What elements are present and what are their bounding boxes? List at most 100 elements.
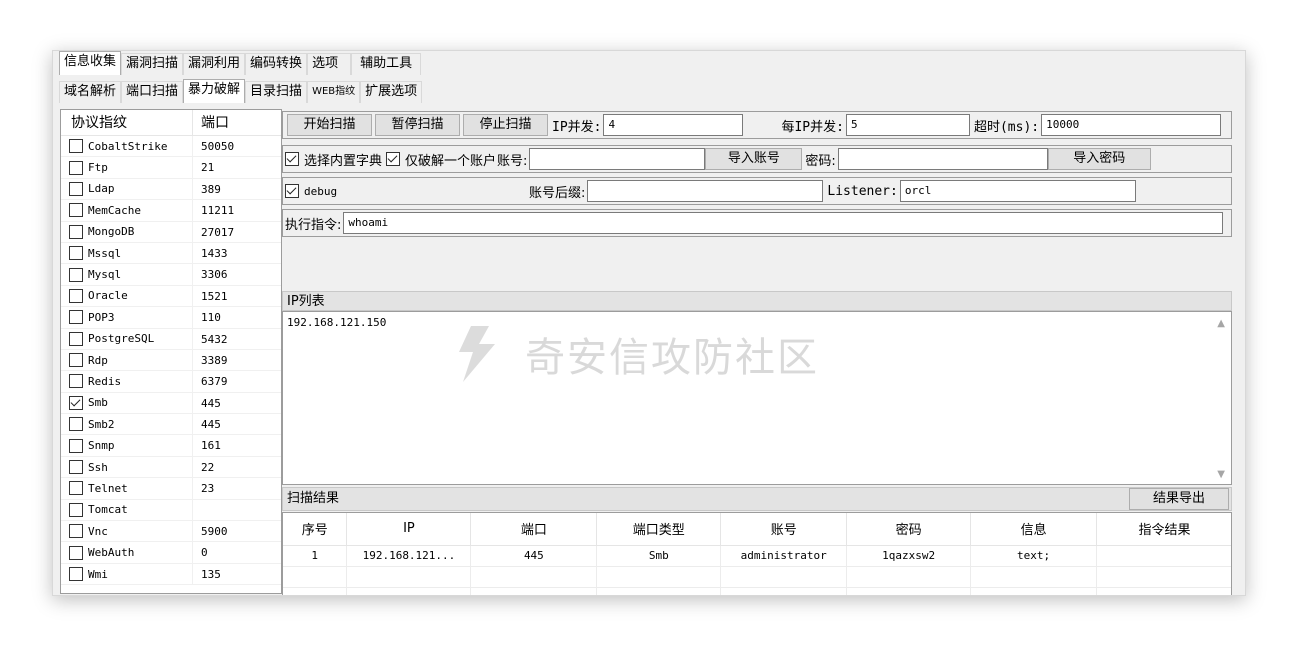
protocol-row[interactable]: Telnet 23 [61, 478, 281, 500]
protocol-name: Wmi [88, 567, 108, 581]
port-column-header[interactable]: 端口 [193, 110, 229, 135]
debug-checkbox[interactable]: debug [285, 184, 529, 198]
results-column-header[interactable]: IP [346, 513, 472, 546]
tab-vuln-scan[interactable]: 漏洞扫描 [121, 53, 184, 75]
table-cell: 445 [470, 545, 598, 567]
stop-scan-button[interactable]: 停止扫描 [463, 114, 548, 136]
tab-web-fingerprint[interactable]: WEB指纹 [307, 81, 361, 103]
protocol-row[interactable]: CobaltStrike 50050 [61, 136, 281, 158]
protocol-checkbox[interactable] [69, 267, 83, 282]
protocol-row[interactable]: MemCache 11211 [61, 200, 281, 222]
scroll-down-icon[interactable]: ▼ [1217, 469, 1225, 480]
protocol-checkbox[interactable] [69, 331, 83, 346]
protocol-checkbox[interactable] [69, 181, 83, 196]
protocol-row[interactable]: Ftp 21 [61, 157, 281, 179]
results-column-header[interactable]: 指令结果 [1096, 513, 1231, 546]
protocol-row[interactable]: Smb 445 [61, 392, 281, 415]
import-account-button[interactable]: 导入账号 [705, 148, 803, 170]
tab-encoding[interactable]: 编码转换 [245, 53, 308, 75]
tab-aux-tools[interactable]: 辅助工具 [351, 53, 422, 75]
protocol-row[interactable]: Snmp 161 [61, 435, 281, 457]
protocol-row[interactable]: Vnc 5900 [61, 521, 281, 543]
one-account-label: 仅破解一个账户 [405, 153, 497, 169]
builtin-dict-check-icon [285, 152, 299, 166]
protocol-row[interactable]: Redis 6379 [61, 371, 281, 393]
protocol-row[interactable]: Rdp 3389 [61, 349, 281, 372]
per-ip-concurrency-input[interactable]: 5 [845, 114, 970, 136]
protocol-checkbox[interactable] [69, 246, 83, 261]
account-input[interactable] [529, 148, 706, 170]
ip-list-textarea[interactable]: 192.168.121.150 奇安信攻防社区 ▲ ▼ [282, 311, 1232, 485]
protocol-checkbox[interactable] [69, 502, 83, 517]
results-column-header[interactable]: 序号 [283, 513, 348, 546]
protocol-checkbox[interactable] [69, 417, 83, 432]
results-column-header[interactable]: 端口 [470, 513, 598, 546]
protocol-row[interactable]: WebAuth 0 [61, 542, 281, 564]
table-row[interactable]: 1 192.168.121... 445 Smb administrator 1qazxs… [283, 545, 1231, 567]
import-password-button[interactable]: 导入密码 [1047, 148, 1151, 170]
password-input[interactable] [837, 148, 1048, 170]
protocol-checkbox[interactable] [69, 288, 83, 303]
protocol-checkbox[interactable] [69, 139, 83, 154]
protocol-checkbox[interactable] [69, 395, 83, 410]
account-suffix-input[interactable] [587, 180, 824, 202]
protocol-row[interactable]: Ssh 22 [61, 456, 281, 479]
tab-info-gathering[interactable]: 信息收集 [59, 51, 122, 75]
exec-command-input[interactable]: whoami [343, 212, 1224, 234]
tab-ext-options[interactable]: 扩展选项 [360, 81, 423, 103]
table-row[interactable] [283, 587, 1231, 595]
export-results-button[interactable]: 结果导出 [1129, 488, 1229, 510]
protocol-checkbox[interactable] [69, 460, 83, 475]
protocol-checkbox[interactable] [69, 481, 83, 496]
protocol-row[interactable]: Mysql 3306 [61, 264, 281, 286]
protocol-name: Ldap [88, 182, 115, 196]
results-column-header[interactable]: 端口类型 [596, 513, 722, 546]
tab-vuln-exploit[interactable]: 漏洞利用 [183, 53, 246, 75]
protocol-row[interactable]: Ldap 389 [61, 178, 281, 201]
table-row[interactable] [283, 566, 1231, 588]
protocol-checkbox[interactable] [69, 353, 83, 368]
protocol-checkbox[interactable] [69, 374, 83, 389]
table-cell [283, 587, 348, 595]
tab-dir-scan[interactable]: 目录扫描 [245, 81, 308, 103]
protocol-checkbox[interactable] [69, 524, 83, 539]
results-header: 扫描结果 结果导出 [282, 487, 1232, 511]
tab-domain-resolve[interactable]: 域名解析 [59, 81, 122, 103]
protocol-port: 161 [201, 439, 221, 453]
table-cell [846, 587, 972, 595]
protocol-checkbox[interactable] [69, 160, 83, 175]
protocol-column-header[interactable]: 协议指纹 [61, 110, 193, 135]
results-column-header[interactable]: 账号 [720, 513, 848, 546]
results-column-header[interactable]: 信息 [970, 513, 1098, 546]
protocol-row[interactable]: Oracle 1521 [61, 285, 281, 308]
protocol-port: 23 [201, 482, 215, 496]
protocol-row[interactable]: POP3 110 [61, 307, 281, 329]
protocol-port: 1433 [201, 246, 228, 260]
pause-scan-button[interactable]: 暂停扫描 [375, 114, 460, 136]
protocol-row[interactable]: MongoDB 27017 [61, 221, 281, 243]
protocol-checkbox[interactable] [69, 310, 83, 325]
protocol-checkbox[interactable] [69, 438, 83, 453]
protocol-checkbox[interactable] [69, 567, 83, 581]
builtin-dict-checkbox[interactable]: 选择内置字典 [285, 150, 382, 169]
table-cell [720, 587, 848, 595]
protocol-row[interactable]: PostgreSQL 5432 [61, 328, 281, 350]
protocol-name-cell: Mssql [61, 242, 193, 264]
scroll-up-icon[interactable]: ▲ [1217, 318, 1225, 329]
listener-input[interactable]: orcl [899, 180, 1136, 202]
protocol-checkbox[interactable] [69, 224, 83, 239]
ip-concurrency-input[interactable]: 4 [603, 114, 744, 136]
protocol-row[interactable]: Wmi 135 [61, 563, 281, 586]
protocol-row[interactable]: Mssql 1433 [61, 242, 281, 265]
tab-options[interactable]: 选项 [307, 53, 352, 75]
tab-port-scan[interactable]: 端口扫描 [121, 81, 184, 103]
protocol-row[interactable]: Smb2 445 [61, 414, 281, 436]
protocol-checkbox[interactable] [69, 545, 83, 560]
start-scan-button[interactable]: 开始扫描 [287, 114, 372, 136]
protocol-checkbox[interactable] [69, 203, 83, 218]
one-account-checkbox[interactable]: 仅破解一个账户 [386, 150, 496, 169]
timeout-input[interactable]: 10000 [1041, 114, 1222, 136]
protocol-row[interactable]: Tomcat [61, 499, 281, 522]
tab-brute-force[interactable]: 暴力破解 [183, 79, 246, 103]
results-column-header[interactable]: 密码 [846, 513, 972, 546]
